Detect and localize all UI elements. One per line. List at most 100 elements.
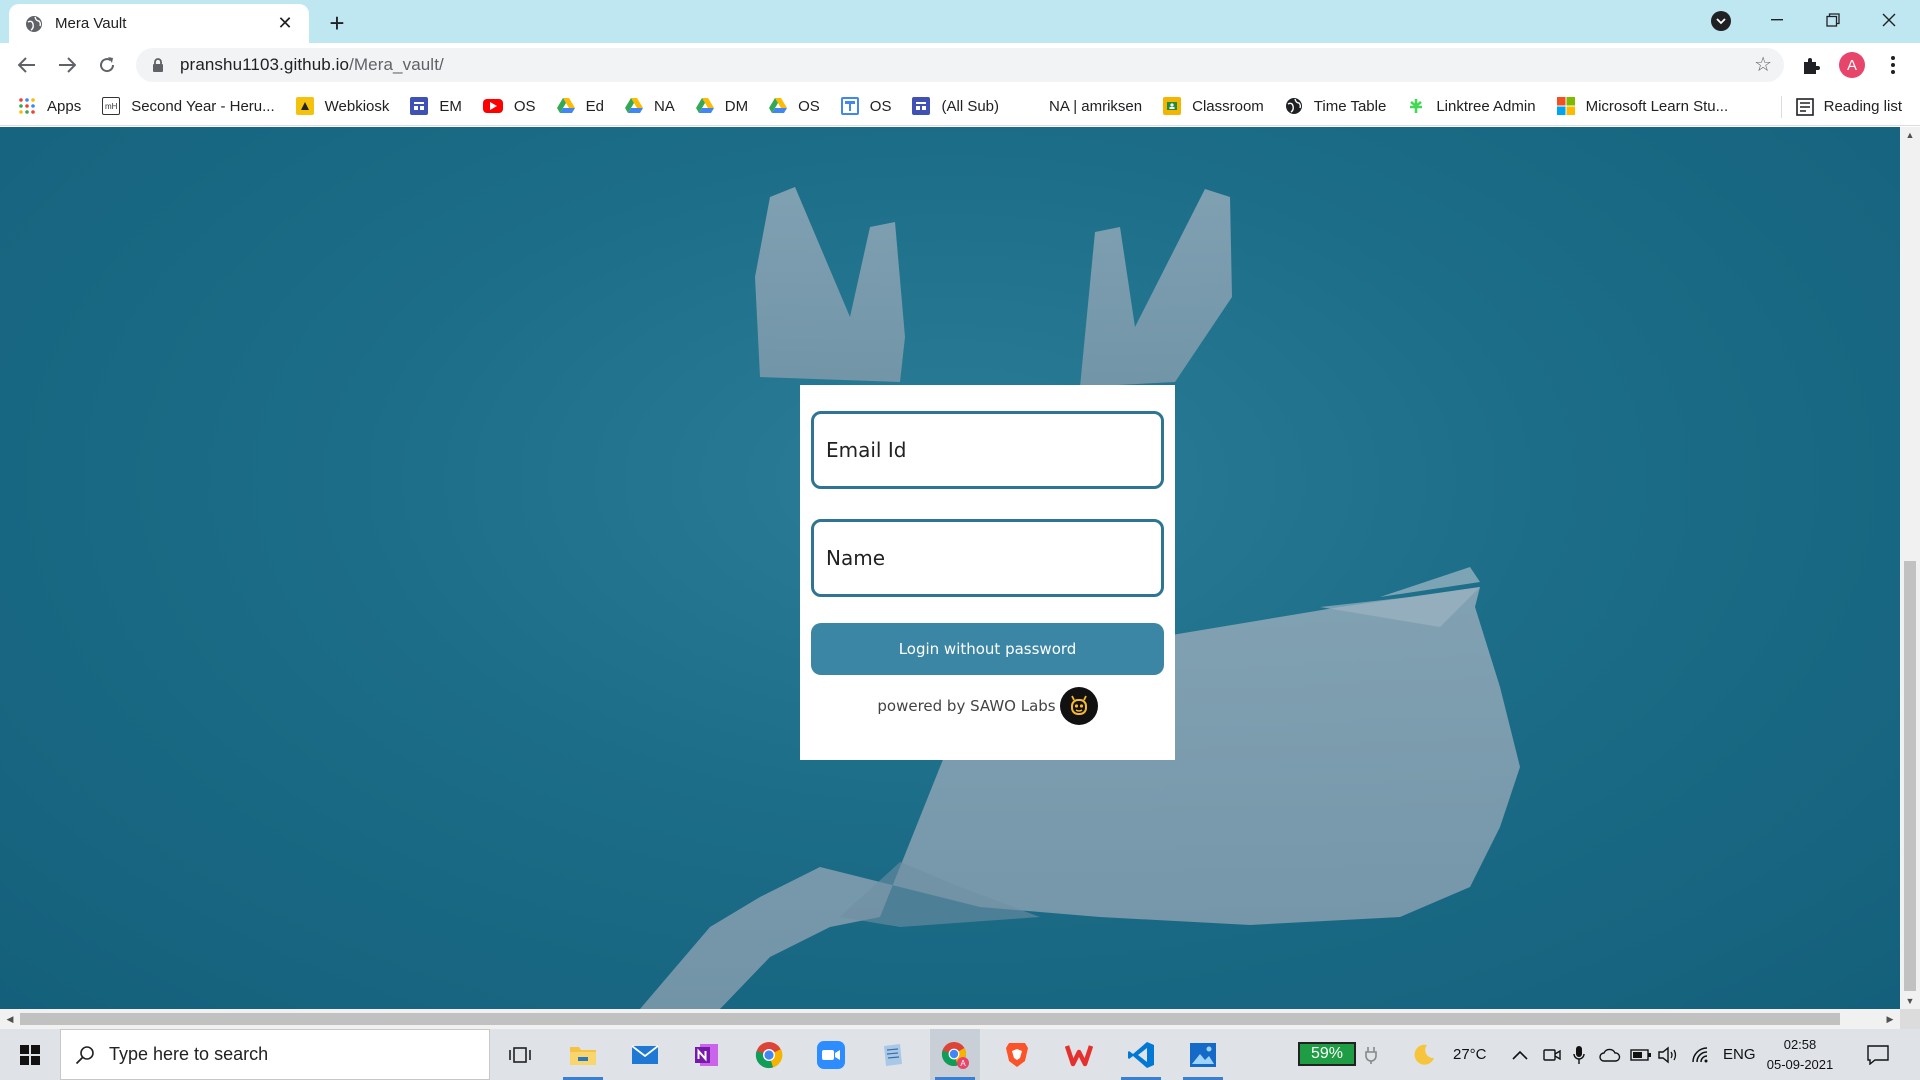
bookmark-label: Classroom [1192, 97, 1264, 115]
bookmark-os-youtube[interactable]: OS [482, 98, 536, 115]
bookmark-label: OS [869, 97, 892, 115]
tab-strip: Mera Vault ✕ + [0, 0, 1920, 43]
notifications-icon[interactable] [1867, 1029, 1889, 1080]
scroll-down-icon[interactable]: ▼ [1900, 993, 1920, 1009]
lock-icon [150, 57, 166, 73]
vscode-icon[interactable] [1116, 1029, 1166, 1080]
drive-icon [695, 97, 714, 115]
powered-by-text: powered by SAWO Labs [877, 697, 1056, 715]
page-content: Login without password powered by SAWO L… [0, 127, 1900, 1009]
bookmark-dm[interactable]: DM [695, 97, 748, 115]
bookmark-webkiosk[interactable]: Webkiosk [295, 97, 390, 115]
email-field[interactable] [811, 411, 1164, 489]
weather-moon-icon[interactable] [1412, 1029, 1436, 1080]
browser-toolbar: pranshu1103.github.io/Mera_vault/ ☆ A [0, 43, 1920, 87]
wps-office-icon[interactable] [1054, 1029, 1104, 1080]
task-view-icon[interactable] [495, 1029, 545, 1080]
zoom-icon[interactable] [806, 1029, 856, 1080]
menu-kebab-icon[interactable] [1879, 51, 1907, 79]
microphone-icon[interactable] [1573, 1029, 1585, 1080]
bookmark-classroom[interactable]: Classroom [1163, 97, 1264, 115]
forward-icon[interactable] [51, 49, 83, 81]
bookmark-os-forms[interactable]: OS [840, 97, 892, 115]
bookmark-os-drive[interactable]: OS [769, 97, 820, 115]
globe-icon [1285, 97, 1303, 115]
tab-mera-vault[interactable]: Mera Vault ✕ [9, 4, 309, 43]
language-indicator[interactable]: ENG [1723, 1029, 1756, 1080]
bookmark-label: Linktree Admin [1436, 97, 1536, 115]
vertical-scrollbar[interactable]: ▲ ▼ [1900, 127, 1920, 1009]
close-window-icon[interactable] [1861, 0, 1917, 40]
taskbar-search-box[interactable]: Type here to search [60, 1029, 490, 1080]
chrome-profile-icon[interactable]: A [930, 1029, 980, 1080]
reading-list-label: Reading list [1823, 98, 1902, 115]
tab-search-icon[interactable] [1711, 11, 1731, 31]
onedrive-cloud-icon[interactable] [1599, 1029, 1621, 1080]
bookmarks-divider [1780, 95, 1782, 118]
address-bar[interactable]: pranshu1103.github.io/Mera_vault/ ☆ [136, 48, 1784, 82]
scroll-right-icon[interactable]: ▶ [1880, 1009, 1900, 1029]
clock[interactable]: 02:58 05-09-2021 [1765, 1031, 1835, 1079]
sawo-logo-icon[interactable] [1059, 687, 1098, 725]
back-icon[interactable] [11, 49, 43, 81]
chrome-icon[interactable] [744, 1029, 794, 1080]
mail-icon[interactable] [620, 1029, 670, 1080]
battery-indicator[interactable]: 59% [1298, 1042, 1356, 1066]
notepad-icon[interactable] [868, 1029, 918, 1080]
bookmark-ed[interactable]: Ed [556, 97, 604, 115]
wifi-icon[interactable] [1691, 1029, 1711, 1080]
scroll-up-icon[interactable]: ▲ [1900, 127, 1920, 143]
bookmark-label: Webkiosk [324, 97, 390, 115]
login-without-password-button[interactable]: Login without password [811, 623, 1164, 675]
volume-icon[interactable] [1658, 1029, 1680, 1080]
bookmark-apps[interactable]: Apps [18, 97, 81, 115]
vertical-scroll-thumb[interactable] [1904, 561, 1916, 991]
drive-icon [624, 97, 643, 115]
temperature-text[interactable]: 27°C [1453, 1029, 1487, 1080]
bookmark-second-year[interactable]: mH Second Year - Heru... [102, 97, 275, 115]
chevron-up-icon[interactable] [1512, 1029, 1528, 1080]
reload-icon[interactable] [91, 49, 123, 81]
restore-icon[interactable] [1805, 0, 1861, 40]
forms-icon [912, 97, 931, 115]
bookmark-na[interactable]: NA [624, 97, 675, 115]
bookmark-na-amriksen[interactable]: NA | amriksen [1049, 98, 1142, 115]
battery-tray-icon[interactable] [1630, 1029, 1652, 1080]
extensions-icon[interactable] [1797, 51, 1825, 79]
tab-title: Mera Vault [55, 15, 127, 32]
bookmark-label: Time Table [1313, 97, 1387, 115]
bookmark-label: Second Year - Heru... [131, 97, 275, 115]
bookmark-label: Microsoft Learn Stu... [1585, 97, 1729, 115]
file-explorer-icon[interactable] [558, 1029, 608, 1080]
apps-grid-icon [18, 97, 36, 115]
photos-icon[interactable] [1178, 1029, 1228, 1080]
bookmark-em[interactable]: EM [410, 97, 462, 115]
close-tab-icon[interactable]: ✕ [275, 13, 295, 34]
youtube-icon [482, 99, 503, 113]
bookmark-all-sub[interactable]: (All Sub) [912, 97, 999, 115]
brave-icon[interactable] [992, 1029, 1042, 1080]
bookmark-time-table[interactable]: Time Table [1285, 97, 1387, 115]
new-tab-button[interactable]: + [322, 8, 352, 38]
bookmark-star-icon[interactable]: ☆ [1754, 55, 1772, 75]
forms-icon [840, 97, 859, 115]
onenote-icon[interactable] [682, 1029, 732, 1080]
globe-icon [25, 15, 43, 33]
bookmark-label: OS [798, 97, 820, 115]
scroll-left-icon[interactable]: ◀ [0, 1009, 20, 1029]
meet-now-icon[interactable] [1543, 1029, 1561, 1080]
profile-avatar[interactable]: A [1838, 51, 1866, 79]
drive-icon [769, 97, 788, 115]
minimize-icon[interactable] [1749, 0, 1805, 40]
name-field[interactable] [811, 519, 1164, 597]
drive-icon [556, 97, 575, 115]
bookmark-microsoft-learn[interactable]: Microsoft Learn Stu... [1556, 97, 1729, 115]
reading-list-button[interactable]: Reading list [1780, 87, 1902, 126]
bookmark-label: NA | amriksen [1049, 97, 1143, 115]
bookmark-linktree[interactable]: Linktree Admin [1407, 97, 1536, 115]
horizontal-scrollbar[interactable]: ◀ ▶ [0, 1009, 1900, 1029]
url-path: /Mera_vault/ [349, 55, 444, 74]
horizontal-scroll-thumb[interactable] [20, 1013, 1840, 1025]
scrollbar-corner [1900, 1009, 1920, 1029]
windows-start-icon[interactable] [0, 1029, 60, 1080]
